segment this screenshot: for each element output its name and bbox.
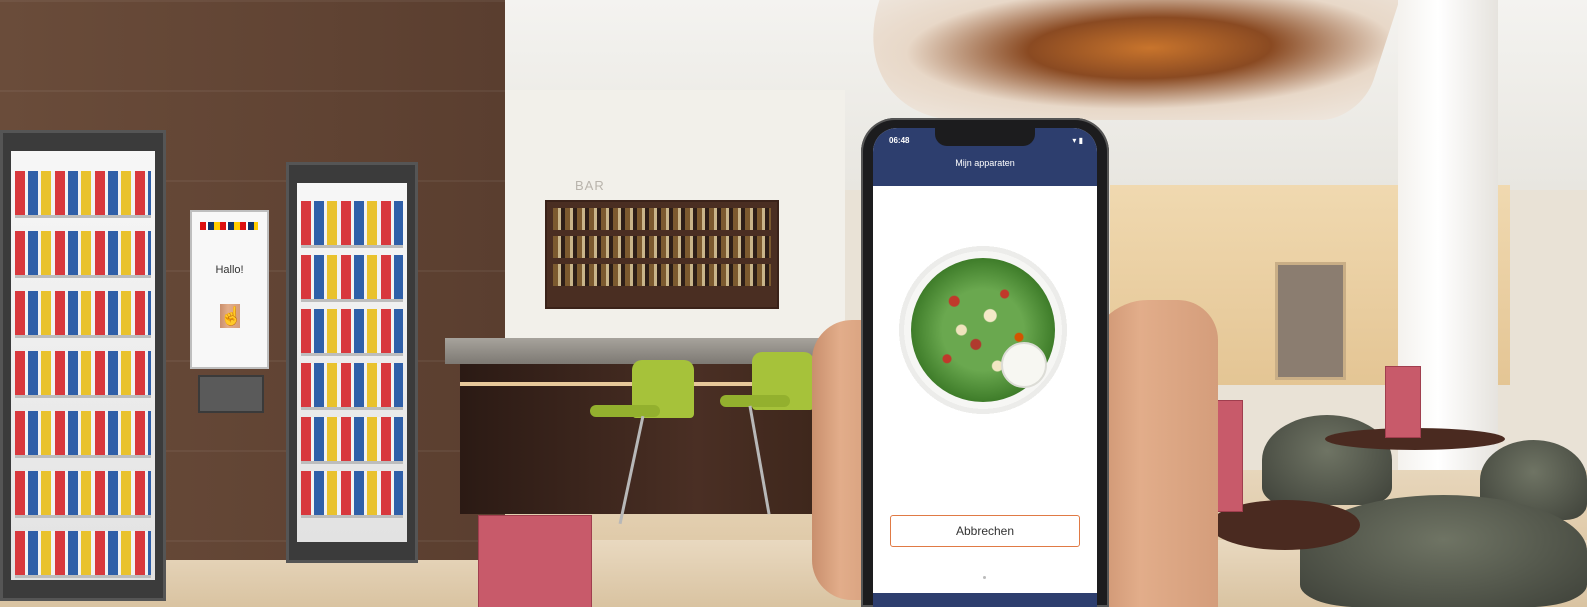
cancel-button[interactable]: Abbrechen [890, 515, 1080, 547]
language-flags [200, 222, 258, 230]
bar-stool-seat [720, 395, 790, 407]
elevator-door [1275, 262, 1346, 380]
bar-stool-seat [590, 405, 660, 417]
menu-card [1385, 366, 1421, 438]
bar-sign: BAR [575, 178, 605, 193]
signal-battery-icon: ▾ ▮ [1072, 136, 1083, 145]
vending-fridge-right [286, 162, 418, 563]
app-title: Mijn apparaten [955, 158, 1015, 168]
dressing-cup [1001, 342, 1047, 388]
payment-terminal [198, 375, 264, 413]
menu-card [478, 515, 592, 607]
app-footer [873, 593, 1097, 607]
bar-shelves [545, 200, 779, 309]
vending-fridge-left [0, 130, 166, 601]
lobby-scene: BAR Hallo! ☝ 06:48 ▾ ▮ Mijn apparaten Ab… [0, 0, 1587, 607]
ceiling-artwork [840, 0, 1400, 120]
kiosk-greeting: Hallo! [215, 264, 244, 276]
salad-image [893, 240, 1073, 420]
phone-notch [935, 128, 1035, 146]
page-indicator [983, 576, 986, 579]
phone-screen: 06:48 ▾ ▮ Mijn apparaten Abbrechen [873, 128, 1097, 607]
touch-hand-icon: ☝ [220, 304, 243, 328]
smartphone: 06:48 ▾ ▮ Mijn apparaten Abbrechen [861, 118, 1109, 607]
kiosk-display: Hallo! ☝ [190, 210, 269, 369]
status-time: 06:48 [889, 136, 910, 145]
